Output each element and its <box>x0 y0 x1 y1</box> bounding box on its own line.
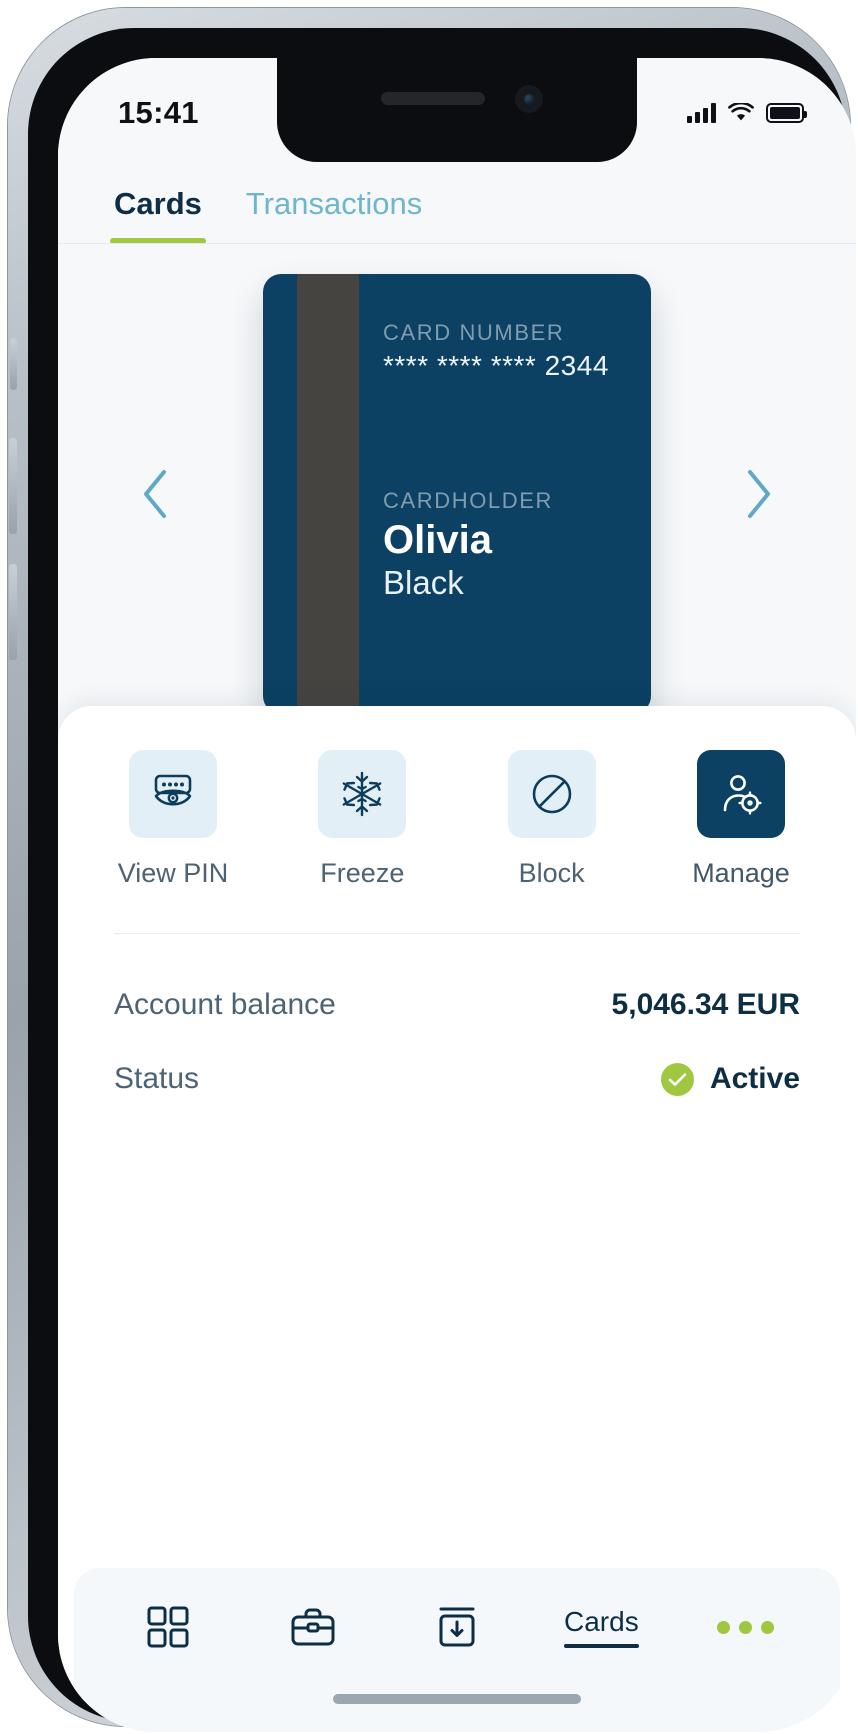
account-balance-label: Account balance <box>114 988 336 1021</box>
nav-item-cards[interactable]: Cards <box>546 1587 656 1667</box>
cardholder-first-name: Olivia <box>383 518 492 562</box>
action-view-pin-label: View PIN <box>117 858 229 888</box>
action-manage-label: Manage <box>692 858 790 888</box>
battery-full-icon <box>766 103 807 123</box>
block-tile[interactable] <box>507 750 596 838</box>
card-content: CARD NUMBER **** **** **** 2344 CARDHOLD… <box>383 320 627 602</box>
action-freeze-label: Freeze <box>320 858 405 888</box>
chevron-left-icon[interactable] <box>128 467 182 521</box>
tab-bar: Cards Transactions <box>58 162 856 244</box>
front-camera-icon <box>515 85 543 113</box>
wifi-icon <box>728 103 754 121</box>
bottom-navigation: Cards <box>74 1568 840 1686</box>
phone-bezel: 15:41 Cards Transactions CARD NUMBER ***… <box>28 28 856 1732</box>
briefcase-icon <box>291 1608 335 1646</box>
cardholder-block: CARDHOLDER Olivia Black <box>383 488 627 602</box>
manage-tile[interactable] <box>696 750 785 838</box>
action-block[interactable]: Block <box>493 750 611 889</box>
block-circle-slash-icon <box>532 774 571 814</box>
status-label: Status <box>114 1062 200 1095</box>
notch <box>277 58 637 162</box>
pin-eye-icon <box>154 774 192 806</box>
bank-card[interactable]: CARD NUMBER **** **** **** 2344 CARDHOLD… <box>263 274 651 714</box>
view-pin-tile[interactable] <box>129 750 217 838</box>
action-view-pin[interactable]: View PIN <box>114 750 232 889</box>
status-badge: Active <box>709 1062 800 1095</box>
home-indicator[interactable] <box>74 1686 840 1732</box>
sheet-divider <box>114 933 800 934</box>
app-root: 15:41 Cards Transactions CARD NUMBER ***… <box>58 58 856 1732</box>
freeze-tile[interactable] <box>318 750 407 838</box>
nav-item-cards-label: Cards <box>564 1606 639 1648</box>
chevron-right-icon[interactable] <box>732 467 786 521</box>
earpiece-speaker <box>381 92 485 105</box>
card-number-label: CARD NUMBER <box>383 320 565 345</box>
account-balance-value: 5,046.34 EUR <box>611 988 800 1021</box>
action-manage[interactable]: Manage <box>682 750 800 889</box>
nav-item-deposit[interactable] <box>402 1587 512 1667</box>
status-icons <box>687 103 807 123</box>
row-account-balance: Account balance 5,046.34 EUR <box>58 968 856 1042</box>
row-status: Status Active <box>58 1042 856 1116</box>
card-details-sheet: View PIN Freeze Block Manage Account bal… <box>58 706 856 1732</box>
more-dots-icon <box>717 1620 775 1634</box>
action-block-label: Block <box>518 858 585 888</box>
card-carousel: CARD NUMBER **** **** **** 2344 CARDHOLD… <box>58 244 856 744</box>
snowflake-icon <box>342 771 382 817</box>
card-magnetic-stripe <box>297 274 359 714</box>
card-actions: View PIN Freeze Block Manage <box>58 706 856 889</box>
cardholder-label: CARDHOLDER <box>383 488 554 513</box>
card-number-value: **** **** **** 2344 <box>383 350 609 381</box>
screenshot-stage: 15:41 Cards Transactions CARD NUMBER ***… <box>0 0 858 1734</box>
nav-item-dashboard[interactable] <box>113 1587 223 1667</box>
volume-down-button[interactable] <box>9 564 17 660</box>
grid-icon <box>147 1606 189 1648</box>
tab-cards[interactable]: Cards <box>110 186 206 244</box>
status-value-group: Active <box>660 1062 800 1096</box>
sheet-spacer <box>58 1116 856 1568</box>
tab-divider <box>58 243 856 244</box>
user-gear-icon <box>723 775 762 815</box>
check-circle-icon <box>660 1062 694 1096</box>
cardholder-last-name: Black <box>383 563 464 601</box>
tab-transactions[interactable]: Transactions <box>246 186 422 244</box>
status-time: 15:41 <box>118 95 199 130</box>
silent-switch[interactable] <box>10 338 17 390</box>
atm-deposit-icon <box>439 1607 475 1647</box>
nav-item-business[interactable] <box>258 1587 368 1667</box>
nav-item-more[interactable] <box>691 1587 801 1667</box>
volume-up-button[interactable] <box>9 438 17 534</box>
signal-bars-icon <box>687 103 716 123</box>
phone-frame: 15:41 Cards Transactions CARD NUMBER ***… <box>8 8 856 1732</box>
phone-screen: 15:41 Cards Transactions CARD NUMBER ***… <box>58 58 856 1732</box>
action-freeze[interactable]: Freeze <box>303 750 421 889</box>
